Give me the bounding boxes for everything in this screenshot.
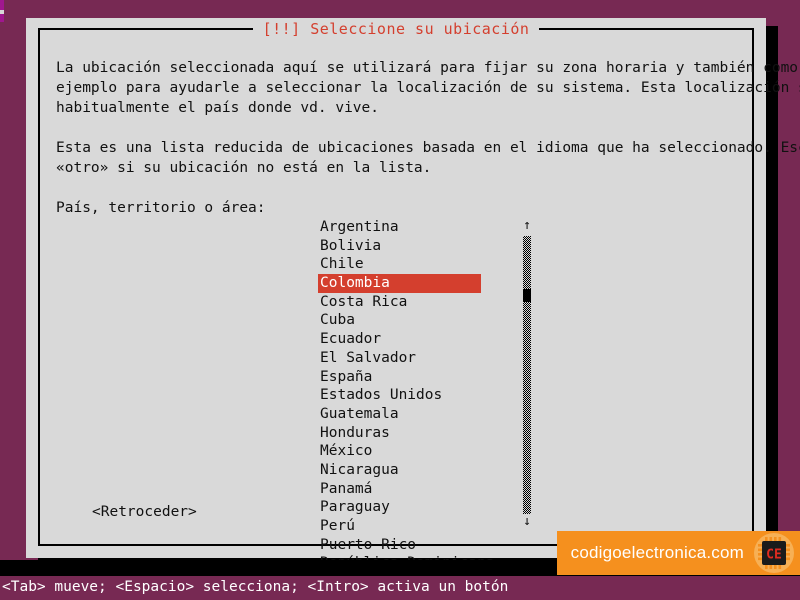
- list-item[interactable]: Honduras: [318, 424, 504, 443]
- screen-edge-artifact-top: [0, 0, 4, 10]
- svg-text:CE: CE: [766, 548, 782, 563]
- scrollbar-track[interactable]: [523, 236, 531, 514]
- list-item[interactable]: Estados Unidos: [318, 386, 504, 405]
- installer-screen: [!!] Seleccione su ubicación La ubicació…: [0, 0, 800, 600]
- dialog-title: [!!] Seleccione su ubicación: [252, 19, 540, 39]
- list-item[interactable]: Argentina: [318, 218, 504, 237]
- list-item[interactable]: Chile: [318, 255, 504, 274]
- list-item[interactable]: Guatemala: [318, 405, 504, 424]
- country-field-label: País, territorio o área:: [56, 200, 266, 216]
- screen-edge-artifact-bottom: [0, 14, 4, 22]
- list-item[interactable]: Cuba: [318, 311, 504, 330]
- dialog-title-bar: [!!] Seleccione su ubicación: [40, 19, 752, 39]
- description-paragraph-1: La ubicación seleccionada aquí se utiliz…: [56, 60, 800, 116]
- list-item[interactable]: Costa Rica: [318, 293, 504, 312]
- location-dialog: [!!] Seleccione su ubicación La ubicació…: [26, 18, 800, 571]
- country-list[interactable]: Argentina Bolivia Chile Colombia Costa Rica C…: [318, 218, 504, 573]
- list-item[interactable]: Perú: [318, 517, 504, 536]
- scroll-down-arrow-icon[interactable]: ↓: [520, 514, 534, 530]
- scrollbar-thumb[interactable]: [523, 289, 531, 302]
- list-item[interactable]: Colombia: [318, 274, 481, 293]
- list-item[interactable]: Panamá: [318, 480, 504, 499]
- keyboard-hint-statusbar: <Tab> mueve; <Espacio> selecciona; <Intr…: [0, 576, 800, 600]
- scroll-up-arrow-icon[interactable]: ↑: [520, 218, 534, 234]
- list-item[interactable]: Bolivia: [318, 237, 504, 256]
- description-paragraph-2: Esta es una lista reducida de ubicacione…: [56, 140, 800, 176]
- list-item[interactable]: Paraguay: [318, 498, 504, 517]
- watermark-text: codigoelectronica.com: [570, 543, 744, 562]
- chip-icon: CE: [754, 533, 794, 573]
- back-button[interactable]: <Retroceder>: [92, 502, 197, 522]
- list-item[interactable]: Puerto Rico: [318, 536, 504, 555]
- watermark-banner: codigoelectronica.com CE: [556, 531, 800, 575]
- list-item[interactable]: El Salvador: [318, 349, 504, 368]
- list-item[interactable]: Nicaragua: [318, 461, 504, 480]
- list-item[interactable]: Ecuador: [318, 330, 504, 349]
- list-scrollbar[interactable]: ↑ ↓: [520, 218, 534, 530]
- list-item[interactable]: España: [318, 368, 504, 387]
- list-item[interactable]: México: [318, 442, 504, 461]
- dialog-frame: [!!] Seleccione su ubicación La ubicació…: [38, 19, 800, 571]
